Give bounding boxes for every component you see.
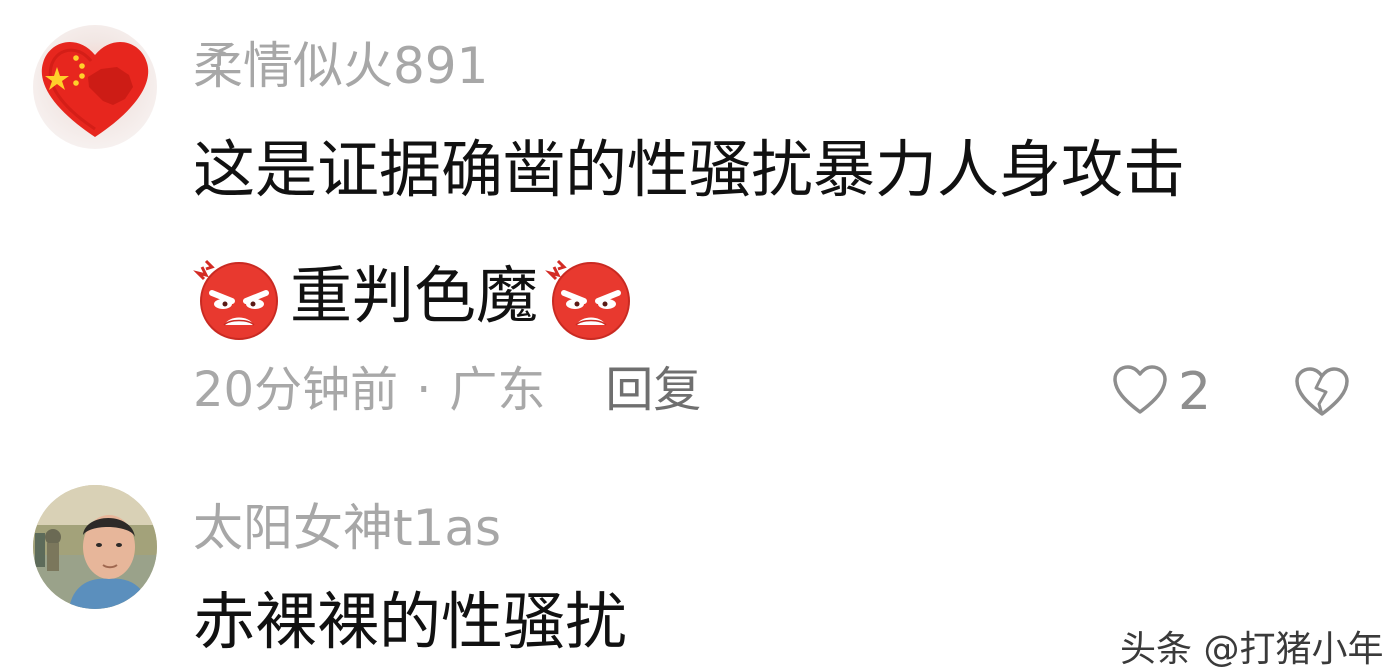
angry-face-emoji-icon: [192, 249, 286, 343]
location: 广东: [449, 362, 546, 418]
like-count: 2: [1178, 362, 1212, 422]
comment-text-continued: 重判色魔: [290, 259, 539, 332]
comment-meta: 20分钟前 · 广东 回复: [193, 360, 701, 420]
comment-text-line-2: 重判色魔: [192, 249, 638, 343]
dislike-button[interactable]: [1294, 364, 1350, 422]
angry-face-emoji-icon: [544, 249, 638, 343]
username[interactable]: 柔情似火891: [193, 36, 488, 96]
like-button[interactable]: 2: [1112, 362, 1211, 422]
timestamp: 20分钟前: [193, 362, 399, 418]
heart-outline-icon: [1112, 364, 1168, 420]
comment-text: 赤裸裸的性骚扰: [193, 585, 628, 658]
avatar[interactable]: [33, 485, 157, 609]
reply-button[interactable]: 回复: [605, 360, 701, 420]
user-photo-avatar-icon: [33, 485, 157, 609]
username[interactable]: 太阳女神t1as: [193, 498, 501, 558]
comment-text: 这是证据确凿的性骚扰暴力人身攻击: [193, 133, 1186, 206]
watermark: 头条 @打猪小年: [1120, 629, 1384, 670]
meta-separator: ·: [416, 362, 432, 418]
comment-item: 柔情似火891 这是证据确凿的性骚扰暴力人身攻击 重判色魔 20分钟前 · 广东…: [0, 0, 1390, 460]
comment-item: 太阳女神t1as 赤裸裸的性骚扰: [0, 462, 1390, 658]
avatar[interactable]: [33, 25, 157, 149]
broken-heart-icon: [1294, 367, 1350, 422]
china-flag-heart-avatar-icon: [33, 25, 157, 149]
